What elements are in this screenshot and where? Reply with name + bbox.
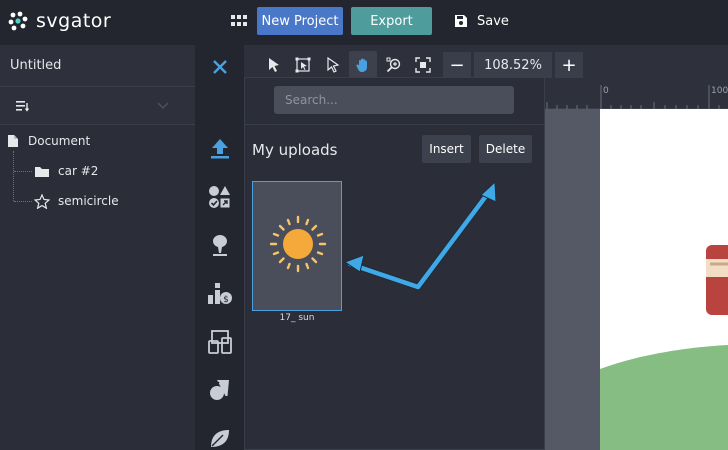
zoom-tool-icon[interactable] [384,55,404,75]
canvas-offstage [545,109,600,450]
insert-button[interactable]: Insert [422,135,471,163]
rail-finance[interactable]: $ [195,273,244,313]
tree-item-label: car #2 [58,164,99,178]
export-button[interactable]: Export [351,7,432,35]
file-icon [8,135,18,147]
rail-leaf[interactable] [195,418,244,450]
search-input[interactable] [274,86,514,114]
ruler-label: 0 [603,86,609,96]
upload-thumbnail[interactable] [252,181,342,311]
car-window-shape [706,259,728,277]
ruler-ticks [546,85,720,109]
layer-list-icon[interactable] [16,100,30,112]
upload-thumbnail-label: 17_ sun [279,313,315,323]
logo-icon [8,11,28,31]
svgator-logo[interactable]: svgator [8,9,111,33]
tree-guide [14,201,32,202]
upload-icon [210,139,229,159]
direct-select-icon[interactable] [323,55,343,75]
floppy-disk-icon [455,15,467,27]
rail-devices[interactable] [195,322,244,362]
rail-nature[interactable] [195,225,244,265]
tree-icon [212,235,227,256]
select-arrow-icon[interactable] [264,55,284,75]
zoom-level-field[interactable]: 108.52% [474,52,552,78]
svg-text:$: $ [223,295,229,305]
food-icon [209,380,229,400]
node-transform-icon[interactable] [293,55,313,75]
new-project-button[interactable]: New Project [257,7,343,35]
green-hill-shape [600,345,728,450]
rail-shapes[interactable] [195,177,244,217]
tree-guide [13,151,14,201]
chevron-down-icon[interactable] [157,102,169,110]
save-button[interactable]: Save [454,10,509,32]
top-bar: svgator New Project Export Save [0,0,728,45]
uploads-title: My uploads [252,141,338,159]
finance-icon: $ [207,283,232,305]
divider [244,124,545,125]
close-icon [212,59,227,74]
tree-item-document[interactable]: Document [7,131,90,151]
star-icon [34,193,50,209]
hand-pan-icon[interactable] [353,55,373,75]
save-label: Save [477,13,509,29]
ruler-label: 100 [711,86,728,96]
tree-item-label: semicircle [58,194,119,208]
shapes-icon [208,186,230,208]
zoom-out-button[interactable]: − [443,52,471,78]
rail-uploads[interactable] [195,128,244,168]
dashboard-grid-icon[interactable] [230,12,248,30]
canvas-artboard[interactable] [600,109,728,450]
logo-text: svgator [36,10,112,32]
zoom-in-button[interactable]: + [555,52,583,78]
fit-screen-icon[interactable] [413,55,433,75]
tree-item-semicircle[interactable]: semicircle [34,191,119,211]
delete-button[interactable]: Delete [479,135,532,163]
folder-icon [35,166,49,177]
red-car-shape [706,245,728,315]
artboard-artwork [600,245,728,450]
rail-food[interactable] [195,370,244,410]
close-drawer-button[interactable] [195,45,244,88]
document-title[interactable]: Untitled [10,58,61,73]
tree-guide [14,171,32,172]
tree-item-label: Document [28,134,91,148]
devices-icon [207,330,232,354]
horizontal-ruler: 0 100 [545,85,728,109]
sun-icon [269,215,327,273]
leaf-icon [210,430,229,447]
tree-item-car-2[interactable]: car #2 [34,161,98,181]
